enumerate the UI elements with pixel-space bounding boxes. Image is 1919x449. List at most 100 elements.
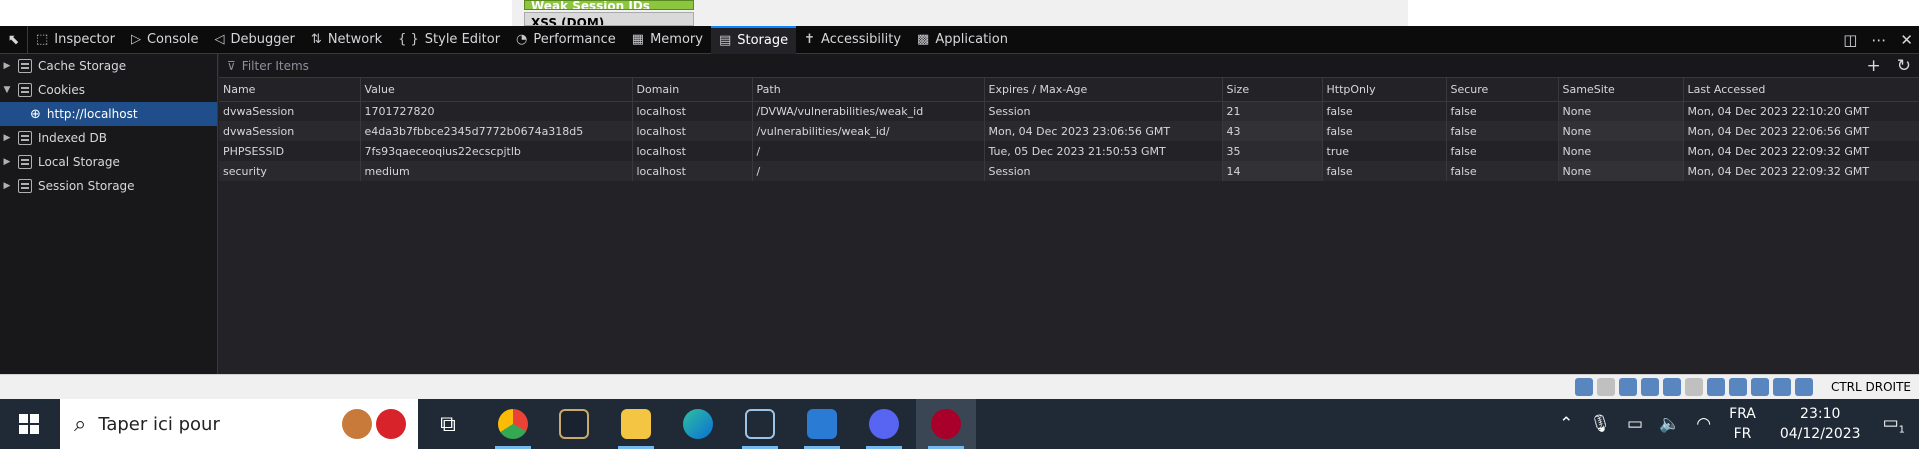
sidebar-item-label: Local Storage [38,155,120,169]
menu-item-xss-dom[interactable]: XSS (DOM) [524,12,694,26]
expand-arrow-icon[interactable]: ▶ [0,157,14,167]
capture-icon[interactable] [1707,378,1725,396]
ornament-icon [376,409,406,439]
show-hidden-icons-chevron-icon[interactable]: ⌃ [1559,414,1573,434]
sidebar-item-session-storage[interactable]: ▶ Session Storage [0,174,217,198]
table-cell: 1701727820 [360,101,633,121]
keyboard-capture-icon[interactable] [1795,378,1813,396]
taskbar-app-league[interactable] [544,399,604,449]
taskbar-app-discord[interactable] [854,399,914,449]
dock-side-icon[interactable]: ◫ [1843,31,1857,49]
cookies-table-panel: ⊽ Filter Items + ↻ Name Value Domain Path Ex… [219,54,1919,374]
more-options-icon[interactable]: ⋯ [1871,31,1886,49]
column-header[interactable]: Path [752,78,985,102]
page-content-area: Weak Session IDs XSS (DOM) [0,0,1919,26]
sidebar-item-localhost[interactable]: ⊕ http://localhost [0,102,217,126]
table-cell: None [1558,121,1684,141]
table-row[interactable]: dvwaSession 1701727820 localhost/DVWA/vuln… [219,101,1919,121]
column-header[interactable]: Last Accessed [1683,78,1919,102]
application-icon: ▩ [917,32,930,47]
close-icon[interactable]: ✕ [1900,31,1913,49]
microphone-icon[interactable]: 🎙 [1589,414,1611,434]
column-header[interactable]: SameSite [1558,78,1684,102]
taskbar-app-debian-vm[interactable] [916,399,976,449]
recording-icon[interactable] [1729,378,1747,396]
column-header[interactable]: Value [360,78,633,102]
optical-drive-icon[interactable] [1597,378,1615,396]
filter-input[interactable]: Filter Items [242,59,309,73]
tab-performance[interactable]: ◔ Performance [508,26,624,54]
tab-debugger[interactable]: ◁ Debugger [207,26,303,54]
volume-icon[interactable]: 🔈 [1659,414,1680,434]
taskbar-app-writer[interactable] [792,399,852,449]
taskbar-app-explorer[interactable] [606,399,666,449]
windows-taskbar: ⌕ Taper ici pour ⧉ ⌃ 🎙 ▭ 🔈 ◠ FRA FR 23:1… [0,399,1919,449]
refresh-icon[interactable]: ↻ [1897,56,1911,76]
column-header[interactable]: Size [1222,78,1323,102]
sidebar-item-cookies[interactable]: ▼ Cookies [0,78,217,102]
column-header[interactable]: HttpOnly [1322,78,1447,102]
column-header[interactable]: Domain [632,78,753,102]
tab-style-editor[interactable]: { } Style Editor [390,26,508,54]
battery-icon[interactable]: ▭ [1627,414,1643,434]
chrome-icon [498,409,528,439]
table-cell: 43 [1222,121,1323,141]
add-item-icon[interactable]: + [1867,56,1881,76]
usb-icon[interactable] [1575,378,1593,396]
taskbar-search[interactable]: ⌕ Taper ici pour [60,399,418,449]
taskbar-app-edge[interactable] [668,399,728,449]
mouse-integration-icon[interactable] [1773,378,1791,396]
table-cell: 21 [1222,101,1323,121]
expand-arrow-icon[interactable]: ▶ [0,133,14,143]
search-input[interactable]: Taper ici pour [98,414,220,435]
task-view-button[interactable]: ⧉ [418,399,478,449]
table-cell: security [219,161,361,181]
wifi-icon[interactable]: ◠ [1696,414,1711,434]
language-indicator[interactable]: FRA FR [1729,404,1756,444]
vm-device-icons [1575,378,1813,396]
windows-logo-icon [19,414,39,434]
element-picker-icon[interactable]: ⬉ [0,25,28,54]
tab-memory[interactable]: ▦ Memory [624,26,711,54]
shared-folder-icon[interactable] [1663,378,1681,396]
cpu-icon[interactable] [1751,378,1769,396]
taskbar-app-chrome[interactable] [483,399,543,449]
storage-db-icon [18,59,32,73]
sidebar-item-local-storage[interactable]: ▶ Local Storage [0,150,217,174]
table-cell: dvwaSession [219,101,361,121]
table-cell: e4da3b7fbbce2345d7772b0674a318d5 [360,121,633,141]
display-icon[interactable] [1685,378,1703,396]
expand-arrow-icon[interactable]: ▶ [0,181,14,191]
table-cell: None [1558,161,1684,181]
devtools-panel: ⬉ ⬚ Inspector ▷ Console ◁ Debugger ⇅ Network { }… [0,25,1919,374]
table-cell: true [1322,141,1447,161]
menu-item-weak-session-ids[interactable]: Weak Session IDs [524,0,694,10]
table-row[interactable]: PHPSESSID 7fs93qaeceoqius22ecscpjtlb local… [219,141,1919,161]
inspector-icon: ⬚ [36,32,49,47]
tab-inspector[interactable]: ⬚ Inspector [28,26,123,54]
tab-storage[interactable]: ▤ Storage [710,25,797,54]
table-row[interactable]: security medium localhost / Session 14 false fa… [219,161,1919,181]
audio-icon[interactable] [1619,378,1637,396]
expand-arrow-icon[interactable]: ▶ [0,61,14,71]
network-adapter-icon[interactable] [1641,378,1659,396]
tab-accessibility[interactable]: ✝ Accessibility [796,26,909,54]
sidebar-item-label: Indexed DB [38,131,107,145]
tab-application[interactable]: ▩ Application [909,26,1016,54]
tab-console[interactable]: ▷ Console [123,26,207,54]
taskbar-app-virtualbox[interactable] [730,399,790,449]
system-clock[interactable]: 23:10 04/12/2023 [1780,404,1861,444]
collapse-arrow-icon[interactable]: ▼ [0,85,14,95]
column-header[interactable]: Secure [1446,78,1559,102]
table-cell: false [1446,161,1559,181]
keyboard-layout: FR [1733,426,1752,442]
table-row[interactable]: dvwaSession e4da3b7fbbce2345d7772b0674a31… [219,121,1919,141]
sidebar-item-indexed-db[interactable]: ▶ Indexed DB [0,126,217,150]
start-button[interactable] [0,399,58,449]
sidebar-item-cache-storage[interactable]: ▶ Cache Storage [0,54,217,78]
column-header[interactable]: Name [219,78,361,102]
notification-icon[interactable]: ▭1 [1883,413,1905,435]
tab-network[interactable]: ⇅ Network [303,26,390,54]
memory-icon: ▦ [631,32,645,47]
column-header[interactable]: Expires / Max-Age [984,78,1223,102]
